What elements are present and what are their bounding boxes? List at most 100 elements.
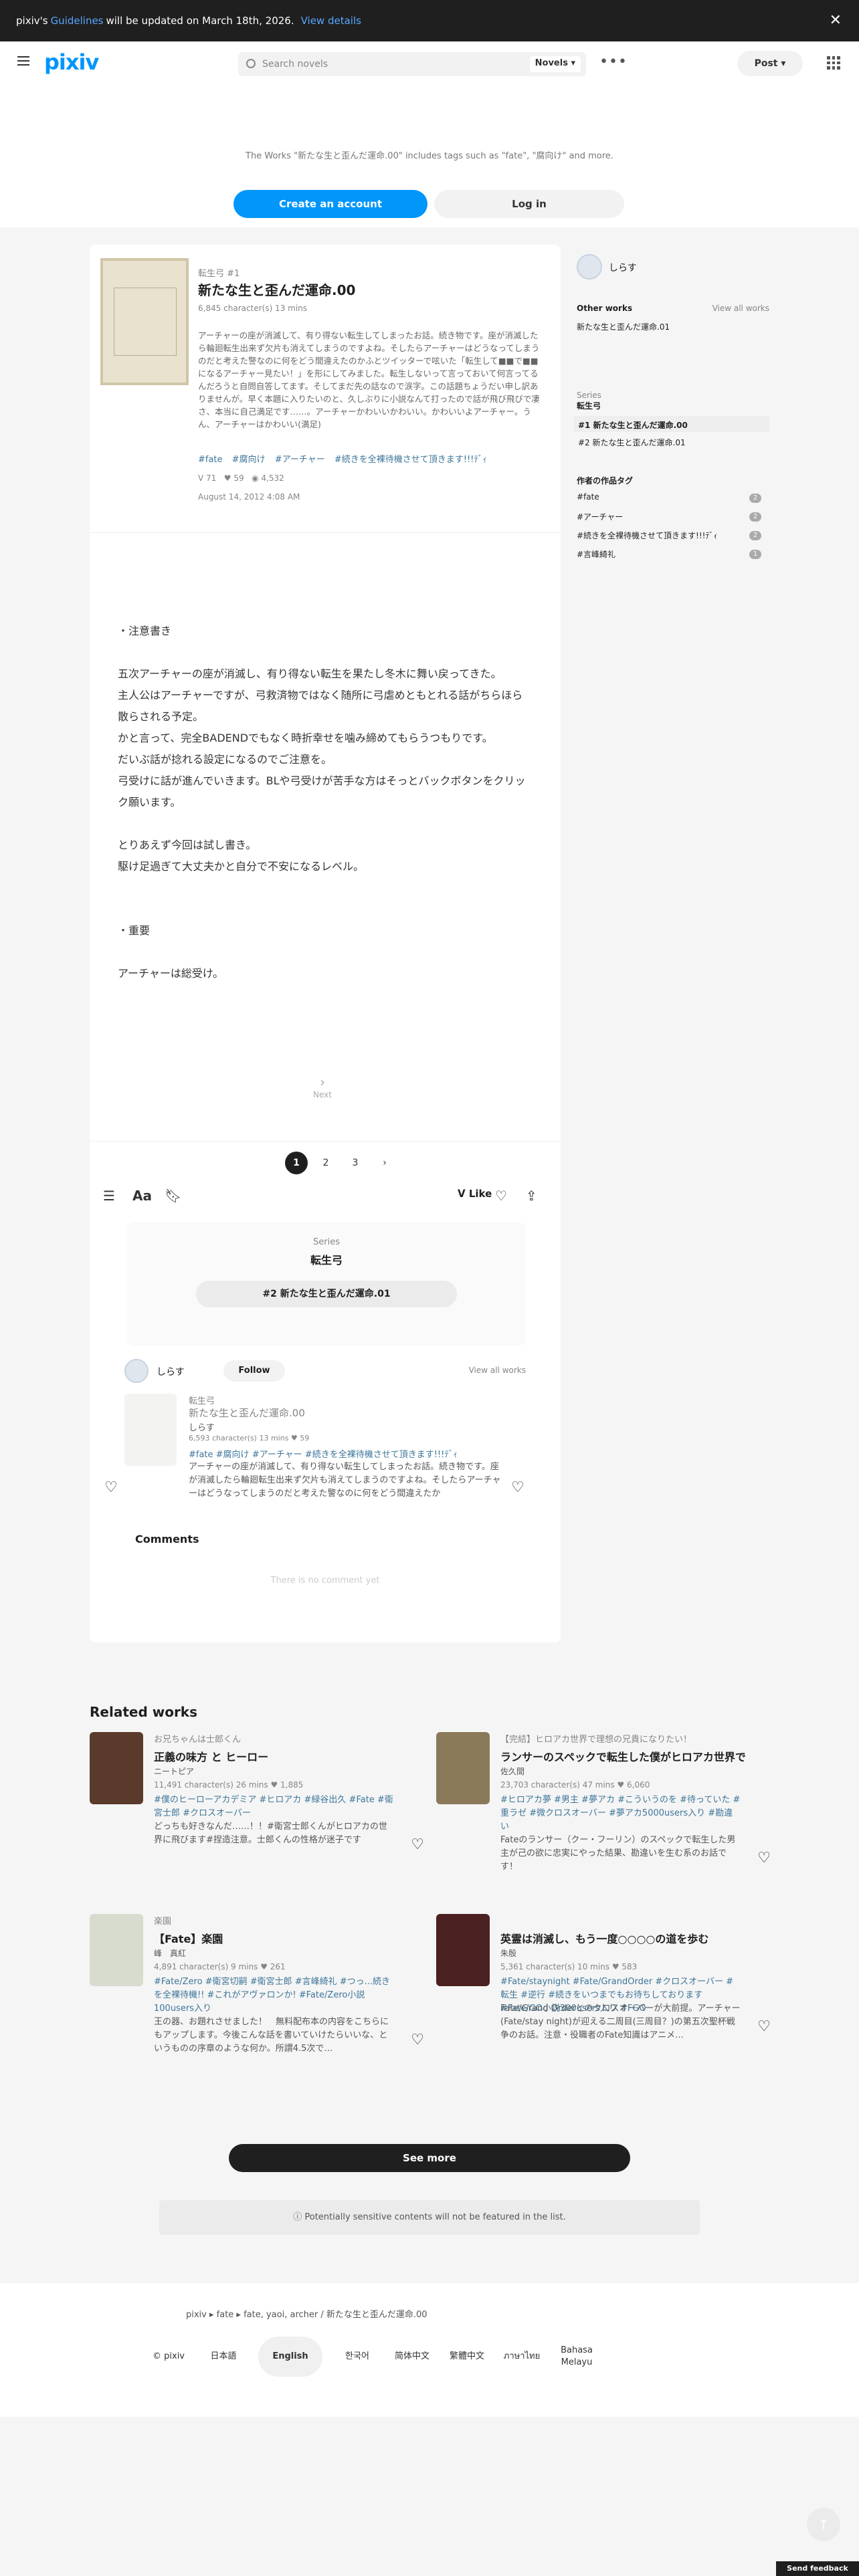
guidelines-link[interactable]: Guidelines bbox=[51, 15, 104, 27]
like-count: 71 bbox=[206, 473, 217, 483]
search-input[interactable]: Search novels Novels ▾ bbox=[238, 52, 586, 76]
close-icon[interactable]: ✕ bbox=[830, 12, 842, 29]
body-line bbox=[118, 642, 533, 663]
work-tags[interactable]: #僕のヒーローアカデミア #ヒロアカ #緑谷出久 #Fate #衛宮士郎 #クロ… bbox=[154, 1794, 395, 1820]
avatar[interactable] bbox=[577, 254, 602, 280]
series-item[interactable]: #1 新たな生と歪んだ運命.00 bbox=[574, 416, 769, 432]
lang-option-active[interactable]: English bbox=[258, 2337, 322, 2377]
view-details-link[interactable]: View details bbox=[301, 15, 361, 27]
work-author[interactable]: 佐久間 bbox=[500, 1765, 524, 1777]
info-icon: ⓘ bbox=[293, 2212, 302, 2222]
author-row: しらす Follow View all works bbox=[124, 1359, 526, 1386]
view-all-link[interactable]: View all works bbox=[712, 304, 769, 313]
more-icon[interactable]: ••• bbox=[599, 53, 628, 70]
font-size-icon[interactable]: Aa bbox=[132, 1188, 152, 1204]
work-meta: 23,703 character(s) 47 mins ♥ 6,060 bbox=[500, 1780, 650, 1790]
page-button[interactable]: 2 bbox=[314, 1152, 337, 1174]
heart-icon[interactable]: ♡ bbox=[411, 2032, 424, 2048]
share-icon[interactable]: ⇪ bbox=[526, 1188, 537, 1204]
series-label[interactable]: 転生弓 #1 bbox=[198, 266, 240, 279]
body-line: ・注意書き bbox=[118, 625, 172, 637]
related-work[interactable]: 楽園 【Fate】楽園 峰 真紅 4,891 character(s) 9 mi… bbox=[90, 1914, 424, 2068]
card-author[interactable]: しらす bbox=[189, 1420, 215, 1433]
heart-icon[interactable]: ♡ bbox=[495, 1188, 507, 1204]
pixiv-logo[interactable]: pixiv bbox=[44, 49, 99, 75]
tag-count: 2 bbox=[749, 531, 761, 540]
body-line: 駆け足過ぎて大丈夫かと自分で不安になるレベル。 bbox=[118, 860, 365, 873]
lang-option[interactable]: 繁體中文 bbox=[447, 2351, 487, 2363]
next-page-link[interactable]: › Next bbox=[313, 1074, 332, 1099]
author-tag[interactable]: #続きを全裸待機させて頂きます!!!ﾃﾞｨ bbox=[577, 530, 718, 541]
login-button[interactable]: Log in bbox=[434, 190, 624, 218]
work-thumbnail[interactable] bbox=[124, 1394, 177, 1466]
send-feedback-button[interactable]: Send feedback bbox=[776, 2561, 859, 2576]
lang-option[interactable]: 한국어 bbox=[337, 2351, 377, 2363]
author-tag[interactable]: #言峰綺礼 bbox=[577, 548, 615, 560]
series-name[interactable]: 転生弓 bbox=[577, 400, 601, 411]
tag[interactable]: #アーチャー bbox=[275, 455, 325, 465]
create-account-button[interactable]: Create an account bbox=[233, 190, 427, 218]
tag[interactable]: #腐向け bbox=[232, 455, 266, 465]
work-author[interactable]: 峰 真紅 bbox=[154, 1947, 186, 1959]
comments-heading: Comments bbox=[135, 1533, 199, 1545]
work-tags[interactable]: #Fate/Zero #衛宮切嗣 #衛宮士郎 #言峰綺礼 #つっ...続きを全裸… bbox=[154, 1975, 395, 2016]
sensitive-warning: ⓘ Potentially sensitive contents will no… bbox=[159, 2200, 700, 2235]
work-tags[interactable]: #ヒロアカ夢 #男主 #夢アカ #こういうのを #待っていた #重ラゼ #微クロ… bbox=[500, 1794, 741, 1834]
tag[interactable]: #fate bbox=[198, 455, 223, 465]
list-icon[interactable]: ☰ bbox=[103, 1188, 115, 1204]
post-button[interactable]: Post ▾ bbox=[737, 51, 803, 76]
page-button[interactable]: 1 bbox=[285, 1152, 308, 1174]
sidebar-author-name[interactable]: しらす bbox=[609, 261, 637, 274]
tag[interactable]: #続きを全裸待機させて頂きます!!!ﾃﾞｨ bbox=[335, 455, 487, 465]
tag-count: 1 bbox=[749, 550, 761, 559]
heart-icon[interactable]: ♡ bbox=[411, 1836, 424, 1853]
author-tags-heading: 作者の作品タグ bbox=[577, 476, 634, 486]
next-episode-button[interactable]: #2 新たな生と歪んだ運命.01 bbox=[196, 1281, 457, 1307]
work-title[interactable]: 英霊は消滅し、もう一度○○○○の道を歩む bbox=[500, 1930, 708, 1946]
view-all-works-link[interactable]: View all works bbox=[469, 1366, 526, 1375]
author-name[interactable]: しらす bbox=[157, 1365, 185, 1378]
work-author[interactable]: 朱殷 bbox=[500, 1947, 516, 1959]
heart-icon[interactable]: ♡ bbox=[757, 2018, 771, 2035]
menu-icon[interactable] bbox=[17, 56, 29, 66]
lang-option[interactable]: 简体中文 bbox=[392, 2351, 432, 2363]
heart-icon[interactable]: ♡ bbox=[511, 1479, 524, 1496]
series-box-name[interactable]: 転生弓 bbox=[127, 1251, 526, 1267]
lang-option[interactable]: 日本語 bbox=[203, 2351, 244, 2363]
follow-button[interactable]: Follow bbox=[223, 1360, 285, 1382]
chevron-right-icon[interactable]: › bbox=[373, 1152, 396, 1174]
page-button[interactable]: 3 bbox=[344, 1152, 367, 1174]
notice-bar: pixiv's Guidelines will be updated on Ma… bbox=[0, 0, 859, 41]
work-title[interactable]: ランサーのスペックで転生した僕がヒロアカ世界で bbox=[500, 1748, 746, 1764]
card-title[interactable]: 新たな生と歪んだ運命.00 bbox=[189, 1406, 305, 1420]
lang-option[interactable]: ภาษาไทย bbox=[502, 2351, 542, 2363]
search-type-select[interactable]: Novels ▾ bbox=[529, 56, 581, 72]
scroll-top-button[interactable]: ↑ bbox=[807, 2508, 840, 2541]
work-card[interactable]: 転生弓 新たな生と歪んだ運命.00 しらす 6,593 character(s)… bbox=[104, 1394, 526, 1527]
work-title[interactable]: 正義の味方 と ヒーロー bbox=[154, 1748, 268, 1764]
heart-icon[interactable]: ♡ bbox=[104, 1479, 118, 1496]
series-item[interactable]: #2 新たな生と歪んだ運命.01 bbox=[574, 433, 769, 449]
breadcrumb[interactable]: pixiv ▸ fate ▸ fate, yaoi, archer / 新たな生… bbox=[186, 2307, 427, 2320]
work-thumbnail[interactable] bbox=[90, 1914, 143, 1986]
work-thumbnail[interactable] bbox=[436, 1914, 490, 1986]
like-button[interactable]: ᐯ Like bbox=[458, 1188, 492, 1200]
lang-option[interactable]: Bahasa Melayu bbox=[557, 2345, 597, 2369]
related-work[interactable]: 英霊は消滅し、もう一度○○○○の道を歩む 朱殷 5,361 character(… bbox=[436, 1914, 771, 2068]
related-work[interactable]: 【完結】ヒロアカ世界で理想の兄貴になりたい！ ランサーのスペックで転生した僕がヒ… bbox=[436, 1732, 771, 1886]
other-work-item[interactable]: 新たな生と歪んだ運命.01 bbox=[577, 321, 670, 332]
related-work[interactable]: お兄ちゃんは士郎くん 正義の味方 と ヒーロー ニートピア 11,491 cha… bbox=[90, 1732, 424, 1886]
work-author[interactable]: ニートピア bbox=[154, 1765, 194, 1777]
work-title[interactable]: 【Fate】楽園 bbox=[154, 1930, 223, 1946]
work-thumbnail[interactable] bbox=[436, 1732, 490, 1804]
heart-icon[interactable]: ♡ bbox=[757, 1850, 771, 1866]
card-series: 転生弓 bbox=[189, 1396, 215, 1406]
bookmark-icon[interactable]: 🔖︎ bbox=[165, 1188, 181, 1204]
avatar[interactable] bbox=[124, 1359, 149, 1383]
work-thumbnail[interactable] bbox=[90, 1732, 143, 1804]
apps-grid-icon[interactable] bbox=[827, 56, 840, 70]
author-tag[interactable]: #アーチャー bbox=[577, 511, 623, 522]
card-tags[interactable]: #fate #腐向け #アーチャー #続きを全裸待機させて頂きます!!!ﾃﾞｨ bbox=[189, 1447, 523, 1460]
see-more-button[interactable]: See more bbox=[229, 2144, 630, 2172]
author-tag[interactable]: #fate bbox=[577, 492, 599, 502]
